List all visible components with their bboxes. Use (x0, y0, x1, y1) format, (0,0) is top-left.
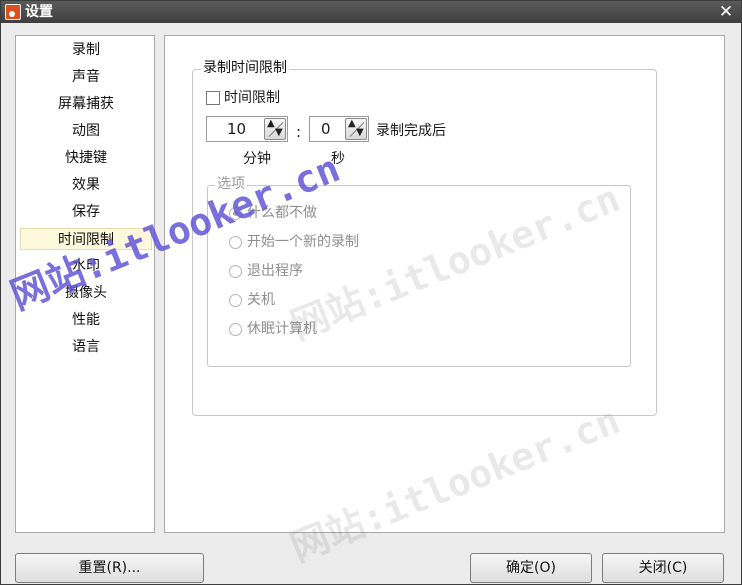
arrow-up-icon: ▲ (348, 118, 356, 129)
reset-button[interactable]: 重置(R)... (15, 553, 204, 583)
sidebar-item-performance[interactable]: 性能 (20, 309, 152, 331)
seconds-stepper-button[interactable]: ▲ ▼ (345, 118, 367, 140)
sidebar-item-gif[interactable]: 动图 (20, 120, 152, 142)
arrow-down-icon: ▼ (275, 127, 283, 138)
options-group-title: 选项 (215, 175, 247, 193)
sidebar-item-language[interactable]: 语言 (20, 336, 152, 358)
sidebar-item-record[interactable]: 录制 (20, 39, 152, 61)
minutes-spinbox[interactable]: 10 ▲ ▼ (206, 116, 288, 142)
seconds-spinbox[interactable]: 0 ▲ ▼ (309, 116, 369, 142)
minutes-stepper-button[interactable]: ▲ ▼ (264, 118, 286, 140)
time-limit-group-title: 录制时间限制 (201, 58, 289, 78)
sidebar-item-screen-capture[interactable]: 屏幕捕获 (20, 93, 152, 115)
time-separator: : (296, 123, 302, 141)
sidebar-item-time-limit[interactable]: 时间限制 (20, 228, 152, 250)
radio-button-checked[interactable] (229, 207, 242, 220)
option-label[interactable]: 退出程序 (247, 261, 303, 281)
sidebar-item-webcam[interactable]: 摄像头 (20, 282, 152, 304)
minutes-unit-label: 分钟 (243, 151, 271, 167)
title-bar[interactable]: 设置 ✕ (1, 1, 741, 23)
app-icon (5, 4, 21, 20)
time-limit-checkbox-label[interactable]: 时间限制 (224, 88, 280, 108)
option-label[interactable]: 休眠计算机 (247, 319, 317, 339)
radio-button[interactable] (229, 323, 242, 336)
radio-button[interactable] (229, 236, 242, 249)
close-icon[interactable]: ✕ (717, 1, 735, 23)
seconds-value[interactable]: 0 (321, 117, 331, 141)
settings-window: 设置 ✕ 录制 声音 屏幕捕获 动图 快捷键 效果 保存 时间限制 水印 摄像头… (0, 0, 742, 585)
settings-content-panel: 录制时间限制 时间限制 10 ▲ ▼ : 0 ▲ ▼ 录制完成后 分钟 秒 选项… (164, 35, 725, 533)
sidebar-item-effects[interactable]: 效果 (20, 174, 152, 196)
settings-sidebar: 录制 声音 屏幕捕获 动图 快捷键 效果 保存 时间限制 水印 摄像头 性能 语… (15, 35, 155, 533)
radio-button[interactable] (229, 265, 242, 278)
radio-button[interactable] (229, 294, 242, 307)
seconds-unit-label: 秒 (331, 151, 345, 167)
arrow-down-icon: ▼ (356, 127, 364, 138)
time-limit-checkbox[interactable] (206, 91, 220, 105)
after-recording-label: 录制完成后 (376, 123, 446, 139)
ok-button[interactable]: 确定(O) (470, 553, 592, 583)
option-label[interactable]: 关机 (247, 290, 275, 310)
option-label[interactable]: 开始一个新的录制 (247, 232, 359, 252)
sidebar-item-save[interactable]: 保存 (20, 201, 152, 223)
arrow-up-icon: ▲ (267, 118, 275, 129)
sidebar-item-watermark[interactable]: 水印 (20, 255, 152, 277)
sidebar-item-audio[interactable]: 声音 (20, 66, 152, 88)
close-button[interactable]: 关闭(C) (602, 553, 724, 583)
window-title: 设置 (25, 4, 53, 20)
minutes-value[interactable]: 10 (227, 117, 246, 141)
option-label[interactable]: 什么都不做 (247, 203, 317, 223)
sidebar-item-hotkeys[interactable]: 快捷键 (20, 147, 152, 169)
